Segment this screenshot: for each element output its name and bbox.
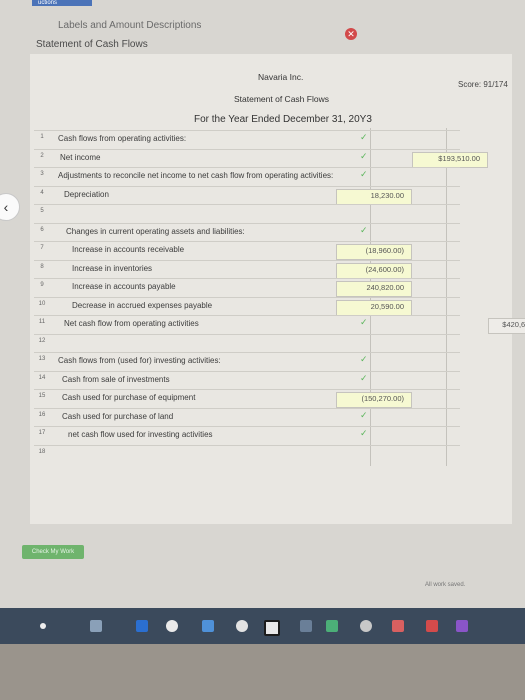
edge-icon[interactable]	[136, 620, 148, 632]
cast-icon[interactable]	[392, 620, 404, 632]
table-row: 18	[34, 444, 460, 464]
amount-value: 240,820.00	[366, 283, 404, 292]
amount-value: (24,600.00)	[365, 264, 404, 274]
office-icon[interactable]	[426, 620, 438, 632]
row-number: 5	[40, 208, 44, 214]
row-number: 4	[40, 189, 44, 196]
panel-header: Labels and Amount Descriptions Statement…	[24, 6, 364, 54]
amount-value: $193,510.00	[438, 153, 480, 163]
amount-value: 18,230.00	[370, 190, 404, 200]
start-icon[interactable]	[40, 623, 46, 629]
row-number: 18	[38, 448, 46, 455]
score-readout: Score: 91/174	[458, 80, 508, 89]
row-label-field[interactable]: Cash used for purchase of land	[62, 412, 173, 421]
table-row: 10Decrease in accrued expenses payable✓2…	[34, 296, 460, 316]
table-row: 4Depreciation✓18,230.00	[34, 185, 460, 205]
row-number: 7	[40, 245, 44, 251]
row-label-field[interactable]: Cash used for purchase of equipment	[62, 393, 195, 402]
task-view-icon[interactable]	[90, 620, 102, 632]
monitor-bezel	[0, 644, 525, 700]
checkmark-icon: ✓	[360, 372, 368, 383]
table-row: 5	[34, 204, 460, 223]
table-row: 8Increase in inventories✓(24,600.00)	[34, 259, 460, 279]
row-label-field[interactable]: Cash from sale of investments	[62, 375, 170, 384]
browser-icon[interactable]	[166, 620, 178, 632]
checkmark-icon: ✓	[360, 354, 368, 364]
row-number: 1	[40, 134, 44, 140]
amount-value: (18,960.00)	[365, 246, 404, 255]
row-number: 8	[40, 263, 44, 270]
chevron-left-icon[interactable]: ‹	[0, 193, 20, 221]
notes-icon[interactable]	[456, 620, 468, 632]
checkmark-icon: ✓	[360, 132, 368, 142]
table-row: 6 Changes in current operating assets and…	[34, 222, 460, 242]
row-label-field[interactable]: Increase in accounts receivable	[72, 245, 184, 254]
settings-icon[interactable]	[360, 620, 372, 632]
table-row: 9Increase in accounts payable✓240,820.00	[34, 278, 460, 297]
amount-value: (150,270.00)	[361, 394, 404, 403]
panel-subtitle: Labels and Amount Descriptions	[58, 20, 202, 31]
statement-period: For the Year Ended December 31, 20Y3	[194, 114, 372, 125]
checkmark-icon: ✓	[360, 224, 368, 235]
table-row: 15Cash used for purchase of equipment✓(1…	[34, 389, 460, 408]
row-label-field[interactable]: Net cash flow from operating activities	[64, 319, 199, 328]
save-status: All work saved.	[425, 582, 466, 588]
table-row: 2 Net income ✓ $193,510.00	[34, 148, 488, 168]
app-screen: uctions Labels and Amount Descriptions S…	[0, 0, 525, 608]
row-number: 3	[40, 171, 44, 177]
app-icon[interactable]	[326, 620, 338, 632]
row-number: 14	[38, 374, 46, 381]
table-row: 17 net cash flow used for investing activ…	[34, 426, 460, 445]
checkmark-icon: ✓	[360, 317, 368, 327]
row-number: 13	[38, 356, 46, 362]
row-number: 12	[38, 337, 46, 344]
row-number: 11	[38, 319, 46, 325]
check-my-work-button[interactable]: Check My Work	[22, 545, 84, 559]
table-row: 1 Cash flows from operating activities: ✓	[34, 130, 460, 149]
checkmark-icon: ✓	[360, 409, 368, 420]
close-icon[interactable]: ✕	[345, 28, 357, 40]
statement-name: Statement of Cash Flows	[234, 94, 329, 104]
row-label-field[interactable]: Cash flows from (used for) investing act…	[58, 356, 221, 365]
row-label-field[interactable]: Cash flows from operating activities:	[58, 134, 186, 143]
table-row: 16 Cash used for purchase of land ✓	[34, 407, 460, 427]
row-number: 9	[40, 282, 44, 288]
row-label-field[interactable]: net cash flow used for investing activit…	[68, 430, 213, 439]
table-row: 13 Cash flows from (used for) investing a…	[34, 352, 460, 371]
row-number: 2	[40, 152, 44, 159]
table-row: 11 Net cash flow from operating activitie…	[34, 315, 525, 334]
checkmark-icon: ✓	[360, 428, 368, 438]
checkmark-icon: ✓	[360, 150, 368, 161]
row-label-field[interactable]: Increase in accounts payable	[72, 282, 176, 291]
row-number: 17	[38, 430, 46, 436]
row-number: 16	[38, 411, 46, 418]
row-label-field[interactable]: Decrease in accrued expenses payable	[72, 301, 212, 310]
row-label-field[interactable]: Net income	[60, 153, 100, 162]
photos-icon[interactable]	[202, 620, 214, 632]
mail-icon[interactable]	[300, 620, 312, 632]
row-number: 10	[38, 300, 46, 307]
table-row: 3 Adjustments to reconcile net income to …	[34, 167, 460, 186]
row-label-field[interactable]: Depreciation	[64, 190, 109, 199]
amount-value: 20,590.00	[370, 301, 404, 311]
table-row: 7Increase in accounts receivable✓(18,960…	[34, 241, 460, 260]
row-label-field[interactable]: Adjustments to reconcile net income to n…	[58, 171, 333, 180]
chrome-icon[interactable]	[236, 620, 248, 632]
store-icon[interactable]	[264, 620, 280, 636]
row-number: 15	[38, 393, 46, 399]
amount-value: $420,620.00	[502, 320, 525, 329]
checkmark-icon: ✓	[360, 169, 368, 179]
row-label-field[interactable]: Increase in inventories	[72, 264, 152, 273]
row-label-field[interactable]: Changes in current operating assets and …	[66, 227, 245, 236]
table-row: 14 Cash from sale of investments ✓	[34, 370, 460, 390]
taskbar	[0, 608, 525, 644]
panel-title: Statement of Cash Flows	[36, 39, 148, 50]
company-name: Navaria Inc.	[258, 72, 304, 82]
table-row: 12	[34, 333, 460, 353]
row-number: 6	[40, 226, 44, 233]
